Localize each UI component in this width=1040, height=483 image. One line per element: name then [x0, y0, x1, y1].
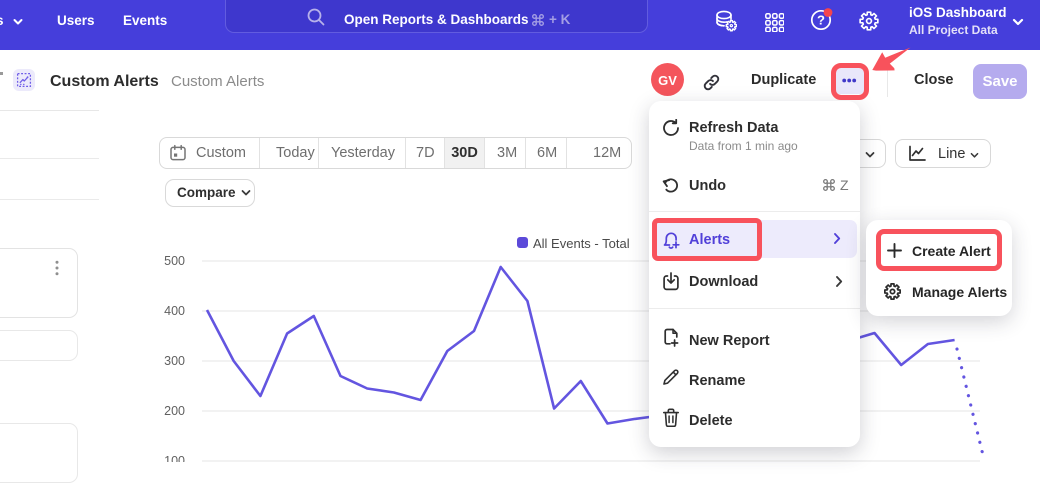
- svg-text:100: 100: [164, 454, 185, 462]
- svg-text:400: 400: [164, 304, 185, 318]
- svg-text:500: 500: [164, 254, 185, 268]
- svg-text:300: 300: [164, 354, 185, 368]
- svg-text:?: ?: [817, 13, 825, 28]
- svg-text:200: 200: [164, 404, 185, 418]
